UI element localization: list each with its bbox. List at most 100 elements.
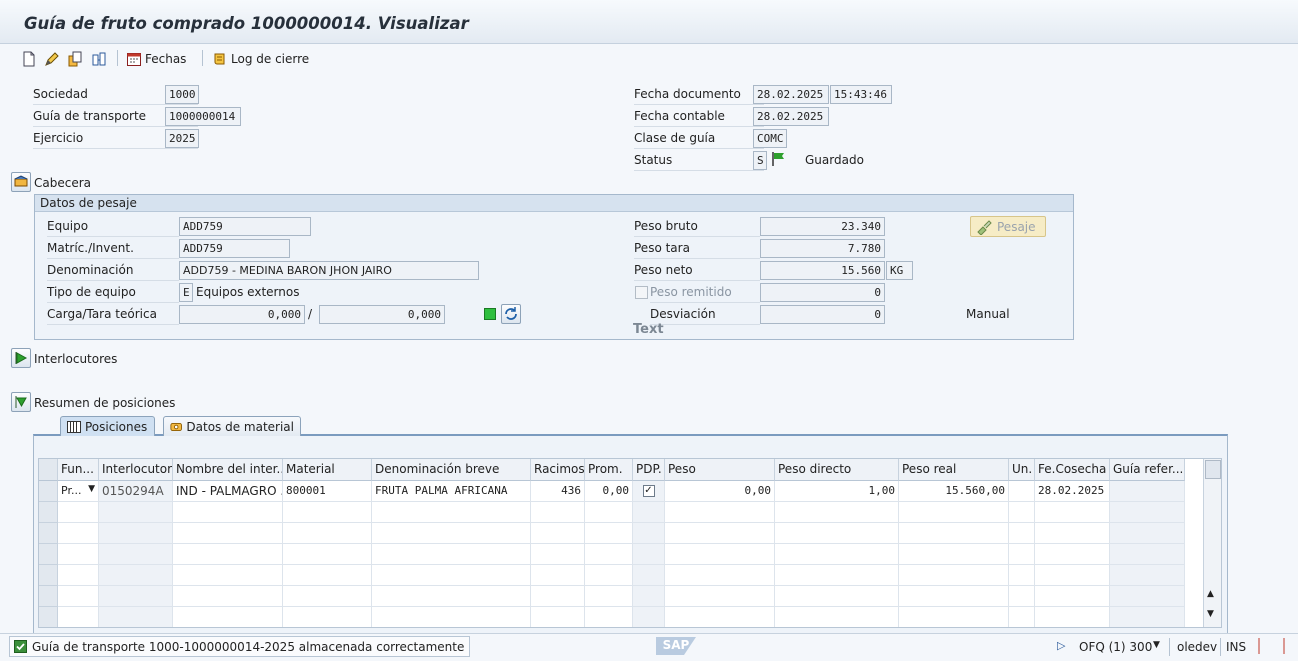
table-cell-empty[interactable] [1110,502,1185,523]
table-cell-empty[interactable] [372,544,531,565]
table-cell-empty[interactable] [58,607,99,627]
table-cell-empty[interactable] [775,523,899,544]
column-header[interactable]: Fe.Cosecha [1035,459,1110,481]
table-cell-empty[interactable] [283,607,372,627]
select-all-cell[interactable] [39,459,58,481]
table-cell-empty[interactable] [531,502,585,523]
table-cell-empty[interactable] [99,586,173,607]
table-cell-empty[interactable] [1035,565,1110,586]
pesaje-button[interactable]: Pesaje [970,216,1046,237]
input-mode[interactable]: INS [1226,640,1246,654]
table-cell-empty[interactable] [173,502,283,523]
log-de-cierre-button[interactable]: Log de cierre [212,50,309,68]
status-field[interactable]: S [753,151,767,170]
table-cell-empty[interactable] [531,523,585,544]
table-cell-empty[interactable] [372,502,531,523]
table-cell-pdp[interactable]: ✓ [633,481,665,502]
fecha-contable-field[interactable]: 28.02.2025 [753,107,829,126]
matric-field[interactable]: ADD759 [179,239,290,258]
table-cell-empty[interactable] [1110,523,1185,544]
table-cell-empty[interactable] [283,565,372,586]
table-cell-empty[interactable] [775,607,899,627]
table-cell-empty[interactable] [899,523,1009,544]
table-cell-empty[interactable] [633,586,665,607]
table-cell-empty[interactable] [99,607,173,627]
table-cell-empty[interactable] [99,502,173,523]
vertical-scrollbar[interactable]: ▲ ▼ [1203,459,1221,627]
equipo-field[interactable]: ADD759 [179,217,311,236]
table-cell-empty[interactable] [58,586,99,607]
scroll-settings-button[interactable] [1205,460,1221,479]
table-cell-empty[interactable] [633,544,665,565]
table-cell-empty[interactable] [1110,544,1185,565]
table-cell-empty[interactable] [1110,586,1185,607]
table-cell-peso[interactable]: 0,00 [665,481,775,502]
table-cell-empty[interactable] [665,586,775,607]
table-cell-guia-ref[interactable] [1110,481,1185,502]
table-cell-empty[interactable] [1110,565,1185,586]
table-cell-empty[interactable] [372,607,531,627]
table-cell-empty[interactable] [531,565,585,586]
table-cell-empty[interactable] [173,565,283,586]
table-cell-empty[interactable] [1009,544,1035,565]
carga-teorica-field[interactable]: 0,000 [179,305,305,324]
column-header[interactable]: Peso directo [775,459,899,481]
table-cell-empty[interactable] [633,502,665,523]
table-cell-empty[interactable] [99,565,173,586]
table-cell-interlocutor[interactable]: 0150294A [99,481,173,502]
table-cell-empty[interactable] [665,565,775,586]
scroll-down-icon[interactable]: ▼ [1207,609,1214,619]
system-dropdown-icon[interactable]: ▼ [1153,640,1160,650]
table-cell-empty[interactable] [1035,607,1110,627]
table-cell-empty[interactable] [899,565,1009,586]
table-cell-un[interactable] [1009,481,1035,502]
table-cell-peso-real[interactable]: 15.560,00 [899,481,1009,502]
peso-neto-field[interactable]: 15.560 [760,261,885,280]
table-cell-empty[interactable] [585,607,633,627]
table-cell-empty[interactable] [58,502,99,523]
copy-button[interactable] [67,50,83,68]
status-toggle-icon[interactable]: ▷ [1057,639,1065,652]
row-selector[interactable] [39,607,58,627]
table-cell-empty[interactable] [58,565,99,586]
table-cell-prom[interactable]: 0,00 [585,481,633,502]
table-cell-fe-cosecha[interactable]: 28.02.2025 [1035,481,1110,502]
table-cell-empty[interactable] [372,586,531,607]
peso-remitido-checkbox[interactable] [635,286,648,299]
table-cell-empty[interactable] [585,502,633,523]
table-cell-empty[interactable] [283,586,372,607]
hora-documento-field[interactable]: 15:43:46 [830,85,892,104]
status-message[interactable]: Guía de transporte 1000-1000000014-2025 … [9,636,471,657]
column-header[interactable]: Racimos [531,459,585,481]
peso-tara-field[interactable]: 7.780 [760,239,885,258]
table-cell-empty[interactable] [58,523,99,544]
sociedad-field[interactable]: 1000 [165,85,199,104]
interlocutores-toggle-button[interactable] [11,348,31,368]
table-cell-empty[interactable] [775,502,899,523]
peso-bruto-field[interactable]: 23.340 [760,217,885,236]
table-cell-empty[interactable] [775,586,899,607]
table-cell-racimos[interactable]: 436 [531,481,585,502]
tipo-equipo-field[interactable]: E [179,283,193,302]
table-cell-empty[interactable] [775,544,899,565]
desviacion-field[interactable]: 0 [760,305,885,324]
table-cell-peso-directo[interactable]: 1,00 [775,481,899,502]
fecha-documento-field[interactable]: 28.02.2025 [753,85,829,104]
system-info[interactable]: OFQ (1) 300 [1079,640,1152,654]
pdp-checkbox[interactable]: ✓ [642,485,655,497]
new-document-button[interactable] [21,50,37,68]
table-cell-empty[interactable] [173,607,283,627]
table-cell-empty[interactable] [173,523,283,544]
table-cell-empty[interactable] [1110,607,1185,627]
table-cell-empty[interactable] [665,502,775,523]
scroll-up-icon[interactable]: ▲ [1207,589,1214,599]
table-cell-empty[interactable] [58,544,99,565]
dropdown-arrow-icon[interactable]: ▼ [88,484,95,501]
peso-remitido-field[interactable]: 0 [760,283,885,302]
table-cell-denominacion[interactable]: FRUTA PALMA AFRICANA [372,481,531,502]
column-header[interactable]: Peso [665,459,775,481]
ejercicio-field[interactable]: 2025 [165,129,199,148]
table-cell-material[interactable]: 800001 [283,481,372,502]
denominacion-field[interactable]: ADD759 - MEDINA BARON JHON JAIRO [179,261,479,280]
column-header[interactable]: Peso real [899,459,1009,481]
